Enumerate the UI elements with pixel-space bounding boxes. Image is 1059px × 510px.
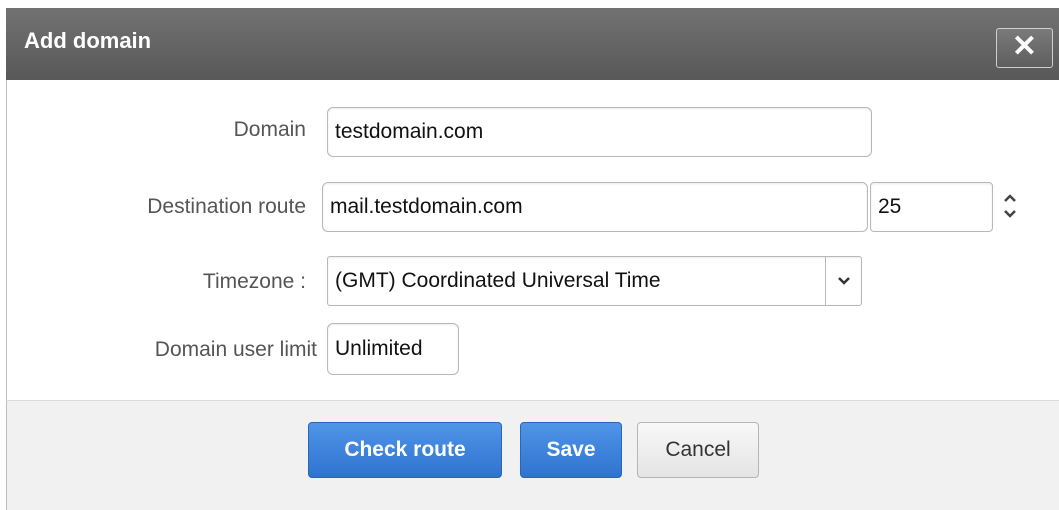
add-domain-dialog: Add domain ✕ Domain testdomain.com Desti… <box>0 0 1059 510</box>
destination-route-label: Destination route <box>147 195 306 218</box>
save-label: Save <box>546 438 596 461</box>
chevron-down-icon[interactable] <box>1003 209 1017 219</box>
domain-input[interactable]: testdomain.com <box>327 107 872 157</box>
port-value: 25 <box>878 195 902 218</box>
close-icon: ✕ <box>1011 30 1038 63</box>
cancel-button[interactable]: Cancel <box>637 422 759 478</box>
dialog-title: Add domain <box>24 28 152 53</box>
close-button[interactable]: ✕ <box>996 28 1053 68</box>
timezone-select-arrow[interactable] <box>825 256 861 306</box>
check-route-label: Check route <box>344 438 466 461</box>
domain-user-limit-value: Unlimited <box>335 337 423 360</box>
timezone-label: Timezone : <box>202 270 306 293</box>
check-route-button[interactable]: Check route <box>308 422 502 478</box>
domain-label: Domain <box>233 118 306 141</box>
domain-user-limit-input[interactable]: Unlimited <box>327 323 459 375</box>
timezone-selected-value: (GMT) Coordinated Universal Time <box>335 269 661 292</box>
domain-input-value: testdomain.com <box>335 120 484 143</box>
timezone-select[interactable]: (GMT) Coordinated Universal Time <box>327 256 862 306</box>
cancel-label: Cancel <box>665 438 731 461</box>
domain-user-limit-label: Domain user limit <box>154 338 317 361</box>
destination-route-value: mail.testdomain.com <box>330 195 523 218</box>
chevron-down-icon <box>837 277 850 285</box>
dialog-titlebar: Add domain ✕ <box>6 8 1059 80</box>
port-spinner[interactable] <box>990 180 1030 232</box>
chevron-up-icon[interactable] <box>1003 193 1017 203</box>
port-input[interactable]: 25 <box>870 182 993 232</box>
save-button[interactable]: Save <box>520 422 622 478</box>
destination-route-input[interactable]: mail.testdomain.com <box>322 182 868 232</box>
